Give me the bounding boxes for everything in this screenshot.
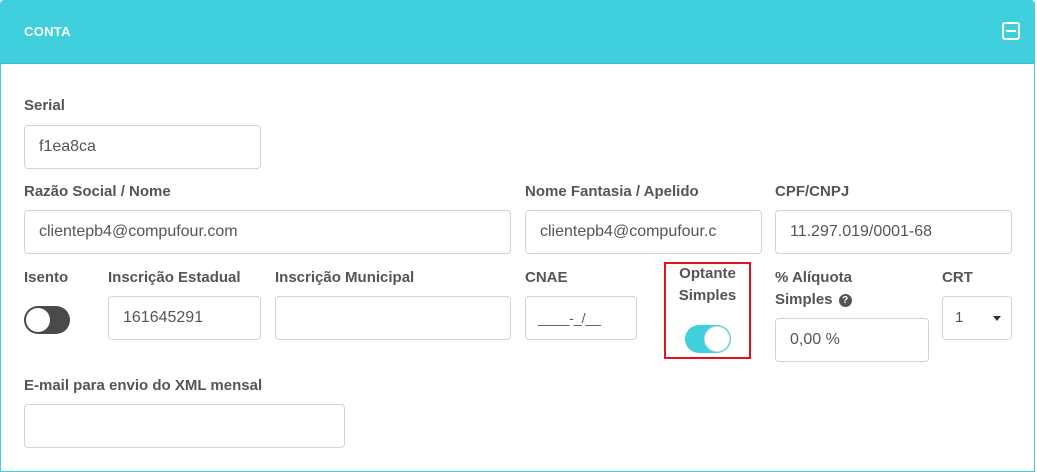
aliquota-label-text: Simples — [775, 291, 833, 308]
panel-header: CONTA — [1, 1, 1034, 64]
nome-fantasia-input[interactable]: clientepb4@compufour.c — [525, 210, 762, 254]
razao-social-label: Razão Social / Nome — [24, 183, 171, 200]
toggle-knob — [705, 327, 729, 351]
inscricao-estadual-input[interactable]: 161645291 — [108, 296, 261, 340]
isento-label: Isento — [24, 269, 69, 286]
inscricao-estadual-label: Inscrição Estadual — [108, 269, 241, 286]
optante-simples-toggle[interactable] — [685, 325, 731, 353]
chevron-down-icon — [993, 316, 1001, 321]
toggle-knob — [26, 308, 50, 332]
aliquota-label-line1: % Alíquota — [775, 269, 852, 286]
serial-label: Serial — [24, 97, 65, 114]
email-xml-label: E-mail para envio do XML mensal — [24, 377, 263, 394]
email-xml-input[interactable] — [24, 404, 345, 448]
aliquota-label-line2: Simples ? — [775, 289, 852, 311]
aliquota-input[interactable]: 0,00 % — [775, 318, 929, 362]
collapse-icon[interactable] — [1002, 22, 1020, 40]
cpf-cnpj-label: CPF/CNPJ — [775, 183, 850, 200]
crt-selected-value: 1 — [955, 309, 964, 326]
inscricao-municipal-label: Inscrição Municipal — [275, 269, 415, 286]
panel-title: CONTA — [24, 24, 71, 39]
crt-select[interactable]: 1 — [942, 296, 1012, 340]
cnae-input[interactable]: ____-_/__ — [525, 296, 637, 340]
serial-input[interactable]: f1ea8ca — [24, 125, 261, 169]
razao-social-input[interactable]: clientepb4@compufour.com — [24, 210, 511, 254]
optante-simples-label-line1: Optante — [679, 265, 736, 282]
question-circle-icon[interactable]: ? — [838, 294, 852, 307]
conta-panel: CONTA Serial f1ea8ca Razão Social / Nome… — [0, 0, 1035, 472]
isento-toggle[interactable] — [24, 306, 70, 334]
crt-label: CRT — [942, 269, 973, 286]
cpf-cnpj-input[interactable]: 11.297.019/0001-68 — [775, 210, 1012, 254]
nome-fantasia-label: Nome Fantasia / Apelido — [525, 183, 699, 200]
cnae-label: CNAE — [525, 269, 568, 286]
optante-simples-label-line2: Simples — [678, 287, 737, 304]
inscricao-municipal-input[interactable] — [275, 296, 511, 340]
